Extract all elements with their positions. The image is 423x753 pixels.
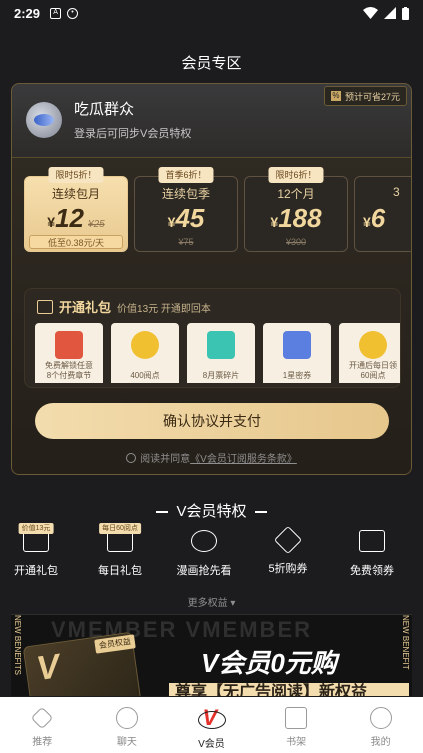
coupon-icon [283, 331, 311, 359]
status-bar: 2:29 A • [0, 0, 423, 26]
promo-banner[interactable]: VMEMBER VMEMBER NEW BENEFITS NEW BENEFIT… [11, 614, 412, 696]
vip-icon [198, 705, 227, 731]
plan-price: ¥6 [363, 203, 386, 233]
gift-items-list: 免费解锁任意 8个付费章节 400阅点 8月票碎片 1星密券 开通后每日领 60… [35, 323, 400, 383]
bottom-tab-bar: 推荐 聊天 V会员 书架 我的 [0, 697, 423, 753]
gift-pack-section: 开通礼包 价值13元 开通即回本 免费解锁任意 8个付费章节 400阅点 8月票… [24, 288, 401, 388]
plan-quarterly[interactable]: 首季6折！ 连续包季 ¥45 ¥75 [134, 167, 238, 252]
plan-name: 3 [393, 185, 400, 199]
chat-icon [115, 707, 138, 729]
wifi-icon [363, 7, 378, 19]
gift-pack-header: 开通礼包 价值13元 开通即回本 [37, 297, 211, 316]
gift-item-monthly-ticket[interactable]: 8月票碎片 [187, 323, 255, 383]
privilege-half-price-coupon[interactable]: 5折购券 [246, 525, 330, 576]
gift-item-points[interactable]: 400阅点 [111, 323, 179, 383]
ticket-icon [359, 530, 385, 552]
status-time: 2:29 [14, 5, 41, 21]
tab-chat[interactable]: 聊天 [85, 697, 170, 753]
coin-icon [131, 331, 159, 359]
plan-original-price: ¥300 [285, 237, 307, 247]
privilege-free-coupon[interactable]: 免费领券 [330, 530, 414, 578]
gift-item-free-chapters[interactable]: 免费解锁任意 8个付费章节 [35, 323, 103, 383]
plan-price: ¥188 [270, 203, 322, 233]
plan-name: 连续包月 [51, 187, 100, 201]
notification-shield-icon: • [67, 7, 79, 19]
star-icon [30, 706, 54, 730]
agreement-row: 阅读并同意《V会员订阅服务条款》 [12, 450, 411, 465]
plan-badge: 限时6折！ [268, 167, 324, 183]
agreement-checkbox[interactable] [126, 453, 137, 463]
signal-icon [384, 7, 396, 19]
privileges-list: 价值13元 开通礼包 每日60阅点 每日礼包 漫画抢先看 5折购券 免费领券 [0, 523, 423, 586]
page-title: 会员专区 [181, 55, 242, 72]
daily-gift-icon: 每日60阅点 [99, 523, 141, 552]
coin-icon [359, 331, 387, 359]
plan-price: ¥45 [167, 203, 205, 233]
chevron-down-icon: ▾ [230, 598, 236, 609]
status-notification-icons: A • [50, 7, 79, 19]
banner-headline: V会员0元购 [201, 648, 337, 678]
terms-link[interactable]: 《V会员订阅服务条款》 [190, 454, 297, 465]
gift-item-star-coupon[interactable]: 1星密券 [263, 323, 331, 383]
privileges-title: V会员特权 [0, 500, 423, 521]
privilege-gift-pack[interactable]: 价值13元 开通礼包 [0, 523, 78, 578]
banner-side-text-right: NEW BENEFIT [401, 615, 410, 670]
gift-item-daily-points[interactable]: 开通后每日领 60阅点 [339, 323, 400, 383]
plan-price: ¥12 ¥25 [47, 203, 105, 233]
privilege-early-access[interactable]: 漫画抢先看 [162, 530, 246, 578]
tab-bookshelf[interactable]: 书架 [254, 697, 339, 753]
monthly-ticket-icon [207, 331, 235, 359]
profile-icon [369, 707, 392, 729]
banner-side-text-left: NEW BENEFITS [13, 615, 22, 676]
plan-daily-price: 低至0.38元/天 [29, 235, 123, 249]
coupon-50-icon [273, 525, 303, 555]
gift-box-icon [37, 300, 53, 314]
gift-pack-title: 开通礼包 [59, 300, 112, 315]
percent-icon: % [330, 91, 341, 101]
plan-monthly[interactable]: 限时5折！ 连续包月 ¥12 ¥25 低至0.38元/天 [24, 167, 128, 252]
status-system-icons [363, 6, 409, 20]
avatar[interactable] [26, 101, 62, 138]
estimated-savings-tag: % 预计可省27元 [323, 86, 407, 106]
book-ticket-icon [55, 331, 83, 359]
plan-original-price: ¥75 [178, 237, 194, 247]
eye-icon [191, 530, 217, 552]
login-hint: 登录后可同步V会员特权 [74, 128, 192, 140]
battery-icon [402, 6, 409, 20]
bookshelf-icon [285, 707, 308, 729]
tab-profile[interactable]: 我的 [338, 697, 423, 753]
vip-purchase-card: 吃瓜群众 登录后可同步V会员特权 % 预计可省27元 限时5折！ 连续包月 ¥12… [11, 83, 412, 475]
more-benefits-link[interactable]: 更多权益 ▾ [0, 594, 423, 609]
notification-a-icon: A [50, 7, 62, 19]
gift-pack-subtitle: 价值13元 开通即回本 [117, 304, 211, 315]
gift-box-icon: 价值13元 [18, 523, 54, 552]
user-login-row[interactable]: 吃瓜群众 登录后可同步V会员特权 [26, 98, 191, 141]
plan-partial[interactable]: 3 ¥6 [354, 176, 411, 252]
plan-badge: 限时5折！ [48, 167, 104, 183]
tab-vip[interactable]: V会员 [169, 697, 254, 753]
plan-name: 12个月 [277, 187, 315, 201]
tab-recommend[interactable]: 推荐 [0, 697, 85, 753]
plan-12-months[interactable]: 限时6折！ 12个月 ¥188 ¥300 [244, 167, 348, 252]
banner-strip: 尊享【无广告阅读】新权益 [169, 683, 409, 696]
privilege-daily-gift[interactable]: 每日60阅点 每日礼包 [78, 523, 162, 578]
plan-name: 连续包季 [161, 187, 210, 201]
confirm-pay-button[interactable]: 确认协议并支付 [35, 403, 389, 439]
plan-badge: 首季6折！ [158, 167, 214, 183]
user-name: 吃瓜群众 [74, 101, 135, 118]
